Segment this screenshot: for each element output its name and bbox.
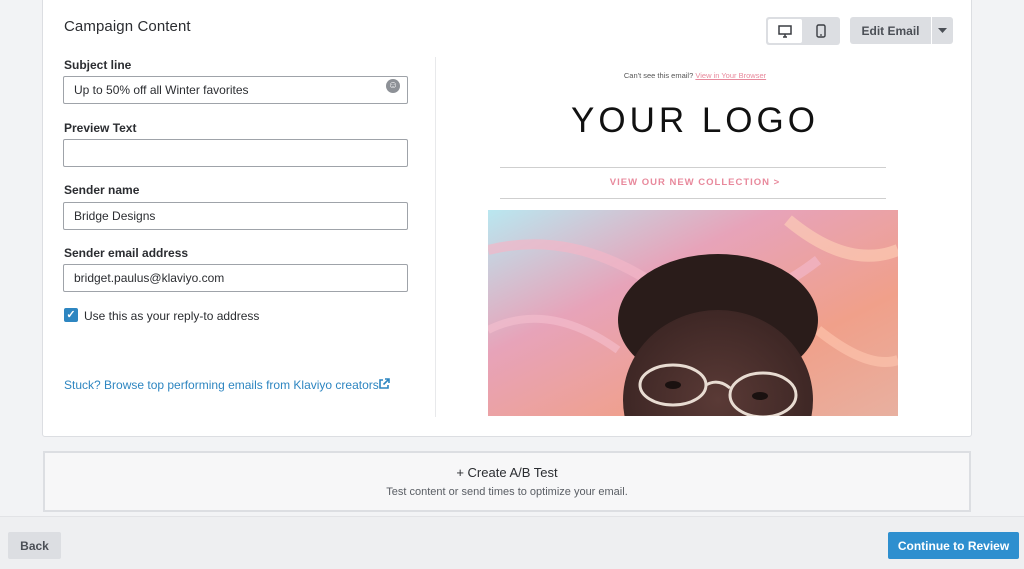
edit-email-dropdown[interactable] xyxy=(932,17,953,44)
cant-see-text: Can't see this email? xyxy=(623,71,694,80)
hero-image xyxy=(488,210,898,416)
preview-text-label: Preview Text xyxy=(64,121,137,135)
sender-email-label: Sender email address xyxy=(64,246,189,260)
back-button[interactable]: Back xyxy=(8,532,61,559)
card-title: Campaign Content xyxy=(64,18,191,35)
campaign-content-card: Campaign Content Subject line ☺ Preview … xyxy=(42,0,972,437)
browser-notice: Can't see this email? View in Your Brows… xyxy=(440,71,950,80)
sender-name-label: Sender name xyxy=(64,183,140,197)
preview-divider-top xyxy=(500,167,886,168)
check-icon: ✓ xyxy=(66,309,76,321)
footer-bar: Back Continue to Review xyxy=(0,516,1024,569)
view-collection-link[interactable]: VIEW OUR NEW COLLECTION > xyxy=(440,177,950,188)
edit-email-button[interactable]: Edit Email xyxy=(850,17,931,44)
browse-emails-link[interactable]: Stuck? Browse top performing emails from… xyxy=(64,378,379,392)
preview-divider-bottom xyxy=(500,198,886,199)
subject-line-label: Subject line xyxy=(64,58,132,72)
create-ab-test-button[interactable]: + Create A/B Test Test content or send t… xyxy=(43,451,971,512)
subject-line-input[interactable] xyxy=(63,76,408,104)
sender-name-input[interactable] xyxy=(63,202,408,230)
emoji-icon[interactable]: ☺ xyxy=(386,79,400,93)
view-toggle xyxy=(766,17,840,45)
reply-to-label: Use this as your reply-to address xyxy=(84,309,260,323)
email-logo: YOUR LOGO xyxy=(571,101,819,140)
continue-to-review-button[interactable]: Continue to Review xyxy=(888,532,1019,559)
ab-test-title: + Create A/B Test xyxy=(456,465,558,480)
mobile-view-button[interactable] xyxy=(804,19,838,43)
desktop-icon xyxy=(778,24,792,38)
mobile-icon xyxy=(816,24,826,38)
reply-to-checkbox[interactable]: ✓ xyxy=(64,308,78,322)
column-divider xyxy=(435,57,436,417)
email-preview: Can't see this email? View in Your Brows… xyxy=(440,57,950,417)
sender-email-input[interactable] xyxy=(63,264,408,292)
desktop-view-button[interactable] xyxy=(768,19,802,43)
view-in-browser-link[interactable]: View in Your Browser xyxy=(695,71,766,80)
chevron-down-icon xyxy=(938,27,947,33)
preview-text-input[interactable] xyxy=(63,139,408,167)
ab-test-subtitle: Test content or send times to optimize y… xyxy=(386,486,628,498)
external-link-icon[interactable] xyxy=(378,378,390,390)
